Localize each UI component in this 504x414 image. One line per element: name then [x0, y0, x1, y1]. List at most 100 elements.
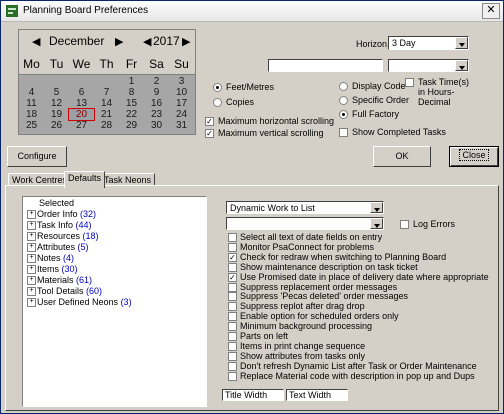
title-width-field[interactable]: Title Width [222, 389, 284, 401]
calendar-day[interactable]: 21 [94, 109, 119, 120]
option-checkbox[interactable] [228, 233, 237, 242]
calendar-day[interactable]: 5 [44, 87, 69, 98]
max-horizontal-checkbox[interactable]: ✓ [205, 117, 214, 126]
calendar-day[interactable]: 15 [119, 98, 144, 109]
calendar-day[interactable]: 3 [169, 76, 194, 87]
option-checkbox[interactable] [228, 341, 237, 351]
display-code-radio[interactable] [339, 82, 348, 91]
calendar-day[interactable]: 28 [94, 120, 119, 131]
prev-month-icon[interactable]: ◀ [32, 35, 40, 48]
tree-item-task-info[interactable]: + Task Info (44) [27, 220, 92, 231]
option-checkbox[interactable] [228, 322, 237, 332]
calendar-month[interactable]: December [49, 34, 104, 48]
calendar-day-selected[interactable]: 20 [68, 108, 95, 121]
calendar-day[interactable]: 23 [144, 109, 169, 120]
expand-icon[interactable]: + [27, 221, 36, 231]
text-width-field[interactable]: Text Width [286, 389, 348, 401]
calendar-day[interactable]: 6 [69, 87, 94, 98]
expand-icon[interactable]: + [27, 276, 36, 286]
calendar-day[interactable]: 22 [119, 109, 144, 120]
tree-root[interactable]: Selected [39, 198, 74, 208]
dynamic-list-select[interactable]: Dynamic Work to List [226, 201, 384, 214]
feet-metres-radio[interactable] [213, 83, 222, 92]
calendar-day[interactable]: 30 [144, 120, 169, 131]
chevron-down-icon[interactable] [455, 37, 468, 49]
show-completed-checkbox[interactable] [339, 128, 348, 137]
expand-icon[interactable]: + [27, 287, 36, 297]
calendar-day[interactable]: 8 [119, 87, 144, 98]
calendar-day[interactable]: 12 [44, 98, 69, 109]
full-factory-radio[interactable] [339, 110, 348, 119]
chevron-down-icon[interactable] [370, 202, 383, 213]
option-checkbox[interactable] [228, 371, 237, 381]
option-checkbox[interactable] [228, 282, 237, 292]
calendar-day[interactable]: 4 [19, 87, 44, 98]
window-close-button[interactable]: ✕ [482, 3, 500, 19]
log-errors-checkbox[interactable] [400, 220, 409, 229]
prev-year-icon[interactable]: ◀ [143, 35, 151, 48]
tree-item-tool-details[interactable]: + Tool Details (60) [27, 286, 102, 297]
expand-icon[interactable]: + [27, 254, 36, 264]
calendar-day[interactable]: 29 [119, 120, 144, 131]
option-checkbox[interactable] [228, 242, 237, 252]
calendar-day[interactable]: 24 [169, 109, 194, 120]
tree-item-attributes[interactable]: + Attributes (5) [27, 242, 89, 253]
option-checkbox[interactable] [228, 361, 237, 371]
option-checkbox[interactable]: ✓ [228, 272, 237, 282]
text-field[interactable] [268, 59, 383, 72]
option-combo[interactable] [388, 59, 469, 72]
expand-icon[interactable]: + [27, 232, 36, 242]
app-icon [6, 5, 18, 17]
option-checkbox[interactable]: ✓ [228, 252, 237, 262]
close-button[interactable]: Close [449, 146, 499, 167]
calendar-day[interactable]: 19 [44, 109, 69, 120]
expand-icon[interactable]: + [27, 243, 36, 253]
ok-button[interactable]: OK [373, 146, 431, 167]
expand-icon[interactable]: + [27, 210, 36, 220]
calendar-day[interactable]: 10 [169, 87, 194, 98]
tab-defaults[interactable]: Defaults [64, 171, 106, 188]
tree-item-user-defined-neons[interactable]: + User Defined Neons (3) [27, 297, 132, 308]
configure-button[interactable]: Configure [7, 146, 67, 167]
calendar-day[interactable]: 17 [169, 98, 194, 109]
secondary-select[interactable] [226, 217, 384, 230]
expand-icon[interactable]: + [27, 265, 36, 275]
option-checkbox[interactable] [228, 312, 237, 322]
tree-item-notes[interactable]: + Notes (4) [27, 253, 74, 264]
calendar-day[interactable]: 26 [44, 120, 69, 131]
option-checkbox[interactable] [228, 332, 237, 341]
calendar-day[interactable]: 1 [119, 76, 144, 87]
next-year-icon[interactable]: ▶ [182, 35, 190, 48]
copies-radio[interactable] [213, 98, 222, 107]
option-checkbox[interactable] [228, 351, 237, 361]
calendar-day[interactable]: 16 [144, 98, 169, 109]
calendar-year[interactable]: 2017 [153, 34, 180, 48]
expand-icon[interactable]: + [27, 298, 36, 308]
calendar-day[interactable]: 25 [19, 120, 44, 131]
calendar-day[interactable]: 9 [144, 87, 169, 98]
option-checkbox[interactable] [228, 292, 237, 302]
option-checkbox[interactable] [228, 302, 237, 312]
calendar-day[interactable]: 27 [69, 120, 94, 131]
max-vertical-checkbox[interactable]: ✓ [205, 129, 214, 138]
next-month-icon[interactable]: ▶ [115, 35, 123, 48]
option-checkbox[interactable] [228, 262, 237, 272]
calendar-day[interactable]: 11 [19, 98, 44, 109]
tree-item-materials[interactable]: + Materials (61) [27, 275, 92, 286]
tree-item-resources[interactable]: + Resources (18) [27, 231, 99, 242]
chevron-down-icon[interactable] [370, 218, 383, 229]
calendar-day[interactable]: 2 [144, 76, 169, 87]
selected-tree[interactable]: Selected + Order Info (32) + Task Info (44… [22, 196, 207, 407]
tree-item-order-info[interactable]: + Order Info (32) [27, 209, 96, 220]
horizon-select[interactable]: 3 Day [388, 36, 469, 50]
calendar-day[interactable]: 7 [94, 87, 119, 98]
chevron-down-icon[interactable] [455, 60, 468, 71]
calendar[interactable]: ◀ December ▶ ◀ 2017 ▶ Mo Tu We Th Fr Sa … [18, 29, 196, 135]
specific-order-radio[interactable] [339, 96, 348, 105]
calendar-day[interactable]: 14 [94, 98, 119, 109]
tree-item-items[interactable]: + Items (30) [27, 264, 78, 275]
calendar-day[interactable]: 18 [19, 109, 44, 120]
task-time-checkbox[interactable] [405, 78, 414, 87]
calendar-day[interactable]: 13 [69, 98, 94, 109]
calendar-day[interactable]: 31 [169, 120, 194, 131]
